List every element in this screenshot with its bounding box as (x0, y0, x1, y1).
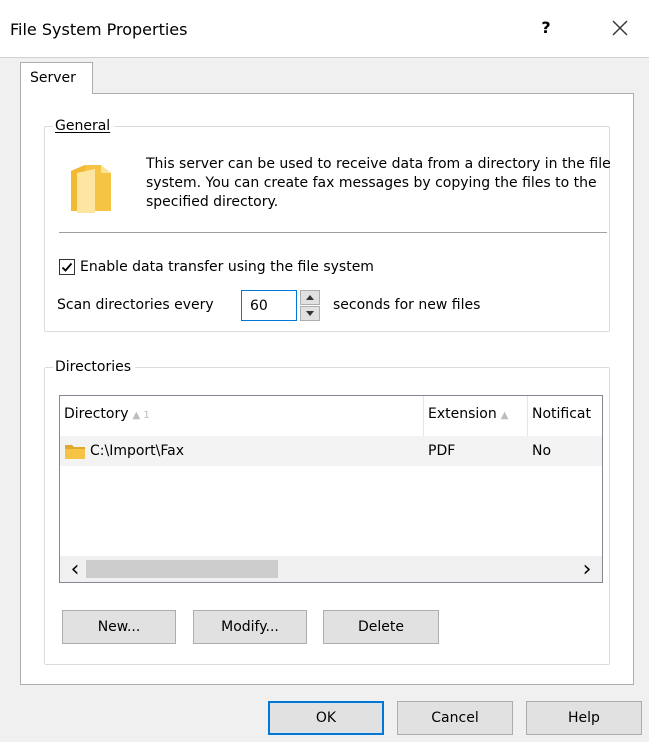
cancel-button-label: Cancel (431, 710, 479, 726)
scan-interval-spinner (300, 290, 320, 321)
arrow-up-icon (306, 295, 314, 300)
ok-button[interactable]: OK (268, 701, 384, 735)
ok-button-label: OK (315, 710, 337, 726)
close-button[interactable] (600, 10, 640, 46)
directories-group-label: Directories (53, 358, 136, 376)
help-button[interactable]: Help (526, 701, 642, 735)
column-header-extension[interactable]: Extension ▲ (424, 396, 528, 436)
folder-icon (65, 445, 85, 459)
enable-transfer-checkbox[interactable] (59, 259, 75, 275)
delete-directory-button[interactable]: Delete (323, 610, 439, 644)
spin-down-button[interactable] (300, 306, 320, 321)
cancel-button[interactable]: Cancel (397, 701, 513, 735)
scan-suffix-label: seconds for new files (333, 297, 481, 313)
scrollbar-thumb[interactable] (86, 560, 278, 578)
arrow-down-icon (306, 311, 314, 316)
tab-server[interactable]: Server (20, 62, 93, 94)
table-row[interactable]: C:\Import\Fax PDF No (60, 436, 602, 466)
title-bar: File System Properties ? (0, 0, 649, 58)
general-separator (59, 232, 607, 233)
scan-interval-row: Scan directories every seconds for new f… (57, 290, 607, 322)
general-description: This server can be used to receive data … (146, 156, 611, 210)
tab-panel-server: General This server can be used to recei… (20, 93, 634, 685)
directories-group: Directories Directory ▲ 1 Extension ▲ Noti… (44, 358, 610, 665)
folder-icon (71, 165, 111, 213)
column-header-notification-label: Notificat (532, 406, 592, 422)
window-title: File System Properties (10, 20, 188, 39)
list-header: Directory ▲ 1 Extension ▲ Notificat (60, 396, 602, 436)
tab-server-label: Server (30, 70, 76, 86)
scan-interval-input[interactable] (241, 290, 297, 321)
column-header-directory[interactable]: Directory ▲ 1 (60, 396, 424, 436)
horizontal-scrollbar[interactable]: ‹ › (60, 556, 602, 582)
general-group-label: General (53, 117, 115, 135)
close-icon (612, 20, 628, 36)
help-button-label: Help (568, 710, 600, 726)
cell-directory-text: C:\Import\Fax (90, 443, 185, 459)
checkmark-icon (61, 262, 73, 272)
cell-extension: PDF (428, 443, 456, 459)
scroll-left-icon[interactable]: ‹ (64, 556, 86, 582)
spin-up-button[interactable] (300, 290, 320, 305)
general-group: General This server can be used to recei… (44, 117, 611, 332)
dialog-button-bar: OK Cancel Help (0, 686, 649, 742)
cell-notification: No (532, 443, 552, 459)
column-header-directory-label: Directory (64, 406, 129, 422)
help-question-button[interactable]: ? (536, 16, 556, 40)
column-header-extension-label: Extension (428, 406, 497, 422)
new-button-label: New... (97, 619, 141, 635)
new-directory-button[interactable]: New... (62, 610, 176, 644)
modify-directory-button[interactable]: Modify... (193, 610, 307, 644)
enable-transfer-label: Enable data transfer using the file syst… (80, 259, 374, 275)
column-header-notification[interactable]: Notificat (528, 396, 602, 436)
cell-directory: C:\Import\Fax (60, 436, 424, 466)
enable-transfer-row[interactable]: Enable data transfer using the file syst… (59, 257, 374, 277)
sort-ascending-icon: ▲ 1 (132, 410, 150, 421)
scroll-right-icon[interactable]: › (576, 556, 598, 582)
sort-ascending-icon: ▲ (500, 410, 509, 421)
modify-button-label: Modify... (221, 619, 279, 635)
scan-prefix-label: Scan directories every (57, 297, 214, 313)
delete-button-label: Delete (358, 619, 404, 635)
directories-list[interactable]: Directory ▲ 1 Extension ▲ Notificat C:\Imp… (59, 395, 603, 583)
